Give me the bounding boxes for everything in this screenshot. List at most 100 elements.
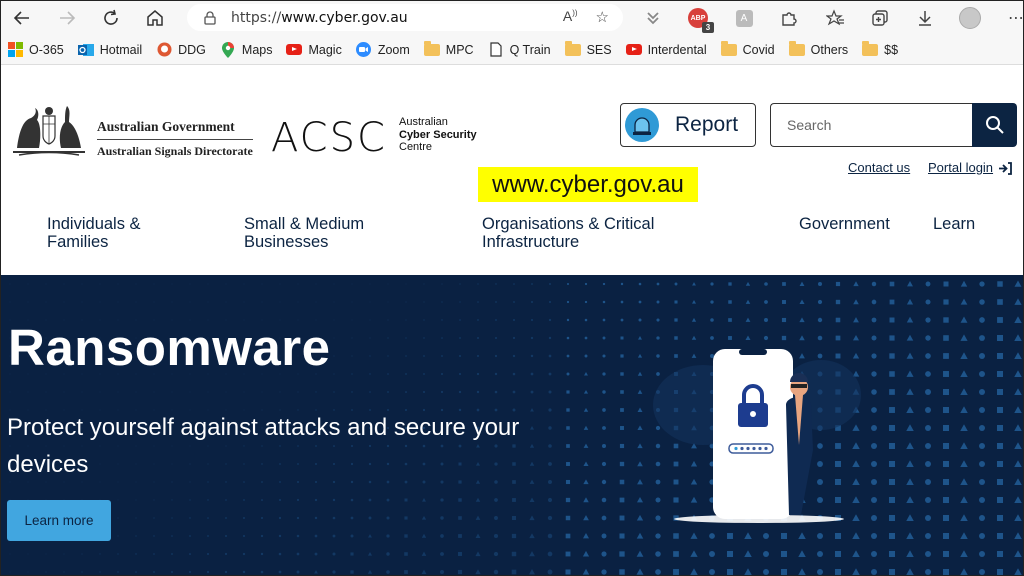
folder-icon [423,40,440,58]
pattern-dot [351,301,353,303]
portal-login-link[interactable]: Portal login [928,160,1012,175]
pattern-dot [979,551,985,557]
pattern-dot [207,499,209,501]
pattern-dot [691,317,697,322]
pattern-dot [405,319,407,321]
favorites-icon[interactable] [822,5,848,31]
back-arrow-icon[interactable] [6,4,38,32]
bookmark-mpc[interactable]: MPC [423,40,474,58]
pattern-dot [531,283,533,285]
home-icon[interactable] [139,4,171,32]
bookmark-qtrain[interactable]: Q Train [488,42,551,58]
pattern-dot [81,571,83,573]
translate-extension-icon[interactable]: A [731,5,757,31]
pattern-dot [117,499,119,501]
learn-more-button[interactable]: Learn more [7,500,111,541]
refresh-icon[interactable] [95,4,127,32]
pattern-dot [153,517,155,519]
pattern-dot [710,282,714,286]
bookmark-others[interactable]: Others [788,40,848,58]
report-button[interactable]: Report [620,103,756,147]
pattern-dot [889,353,895,359]
pattern-dot [117,553,119,555]
nav-organisations[interactable]: Organisations & Critical Infrastructure [482,215,654,251]
pattern-dot [960,424,968,431]
pattern-dot [387,355,389,357]
pattern-dot [494,372,498,376]
pattern-dot [925,389,931,395]
pattern-dot [135,283,137,285]
pattern-dot [386,516,390,520]
bookmark-money[interactable]: $$ [862,40,898,58]
extensions-puzzle-icon[interactable] [776,5,802,31]
pattern-dot [871,335,877,341]
address-bar[interactable]: https://www.cyber.gov.au A)) ☆ [187,4,623,31]
youtube-icon [286,42,303,58]
pattern-dot [440,516,444,520]
bookmark-maps[interactable]: Maps [220,41,272,58]
pattern-dot [117,535,119,537]
pattern-dot [620,300,624,304]
bookmark-zoom[interactable]: Zoom [356,42,410,58]
hero-title: Ransomware [8,319,331,376]
pattern-dot [63,571,65,573]
lock-icon [204,10,216,25]
bookmark-interdental[interactable]: Interdental [625,42,707,58]
pattern-dot [799,299,805,305]
pattern-dot [171,553,173,555]
bookmark-o365[interactable]: O-365 [7,42,64,58]
pattern-dot [81,553,83,555]
pattern-dot [584,372,588,376]
pattern-dot [871,497,877,503]
bookmark-covid[interactable]: Covid [720,40,775,58]
pattern-dot [351,355,353,357]
pattern-dot [387,301,389,303]
pattern-dot [925,317,931,323]
pattern-dot [889,317,895,323]
bookmark-ses[interactable]: SES [564,40,612,58]
pattern-dot [135,499,137,501]
pattern-dot [889,299,895,305]
pattern-dot [315,301,317,303]
pattern-dot [261,283,263,285]
collections-icon[interactable] [867,5,893,31]
contact-us-link[interactable]: Contact us [848,160,910,175]
pattern-dot [386,552,390,556]
pattern-dot [386,534,390,538]
pattern-dot [423,355,425,357]
pattern-dot [207,283,209,285]
pattern-dot [943,299,949,305]
search-input[interactable]: Search [770,103,973,147]
download-extension-icon[interactable] [640,5,666,31]
adblock-icon[interactable]: ABP 3 [685,5,714,33]
favorite-star-icon[interactable]: ☆ [596,8,609,26]
nav-small-medium-business[interactable]: Small & Medium Businesses [244,215,364,251]
forward-arrow-icon[interactable] [51,4,83,32]
bookmark-ddg[interactable]: DDG [156,42,206,58]
nav-learn[interactable]: Learn [933,215,975,233]
acsc-logo[interactable]: ACSC [271,115,387,161]
profile-avatar[interactable] [957,5,983,31]
search-button[interactable] [972,103,1017,147]
bookmark-hotmail[interactable]: Hotmail [77,42,142,58]
more-menu-icon[interactable]: ⋯ [1003,5,1023,31]
pattern-dot [513,319,515,321]
pattern-dot [477,319,479,321]
read-aloud-icon[interactable]: A)) [563,8,578,26]
coat-of-arms-icon[interactable] [9,102,89,158]
pattern-dot [367,569,373,574]
pattern-dot [153,553,155,555]
nav-individuals[interactable]: Individuals & Families [47,215,141,251]
pattern-dot [441,301,443,303]
pattern-dot [153,301,155,303]
pattern-dot [279,283,281,285]
site-header: Australian Government Australian Signals… [1,65,1023,275]
pattern-dot [63,283,65,285]
acsc-subtitle: Australian Cyber Security Centre [399,116,477,153]
pattern-dot [171,571,173,573]
downloads-icon[interactable] [912,5,938,31]
pattern-dot [584,354,588,358]
bookmark-magic[interactable]: Magic [286,42,342,58]
nav-government[interactable]: Government [799,215,890,233]
pattern-dot [889,479,895,485]
